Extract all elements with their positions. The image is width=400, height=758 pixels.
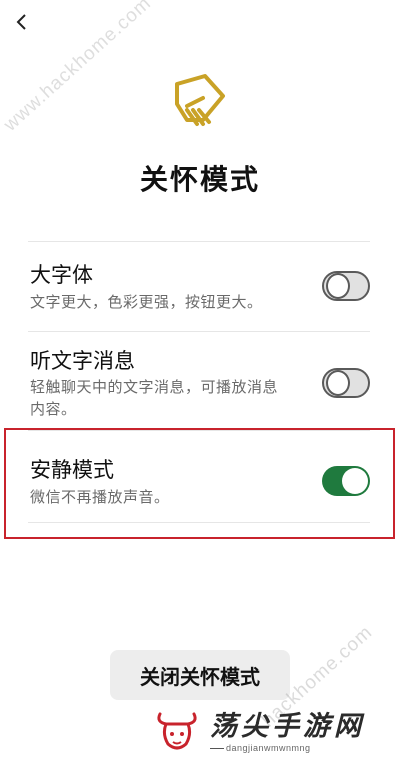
back-button[interactable] (8, 8, 36, 36)
site-name: 荡尖手游网 (210, 711, 365, 742)
site-domain: dangjianwmwnmng (226, 743, 311, 753)
toggle-knob (326, 370, 350, 396)
bull-logo-icon (157, 712, 197, 750)
divider (210, 748, 224, 749)
close-care-mode-button[interactable]: 关闭关怀模式 (110, 650, 290, 700)
setting-description: 文字更大，色彩更强，按钮更大。 (30, 293, 263, 311)
care-hand-icon (167, 70, 229, 132)
setting-title: 大字体 (30, 263, 93, 287)
setting-description: 轻触聊天中的文字消息，可播放消息内容。 (30, 378, 279, 418)
chevron-left-icon (16, 14, 26, 30)
page-title: 关怀模式 (139, 163, 260, 196)
setting-title: 听文字消息 (30, 349, 135, 373)
highlight-box (4, 428, 395, 539)
setting-read-text-messages: 听文字消息 轻触聊天中的文字消息，可播放消息内容。 (28, 331, 370, 430)
large-font-toggle[interactable] (322, 271, 370, 301)
toggle-knob (326, 273, 350, 299)
setting-large-font: 大字体 文字更大，色彩更强，按钮更大。 (28, 241, 370, 331)
read-text-toggle[interactable] (322, 368, 370, 398)
site-badge: 荡尖手游网 dangjianwmwnmng (150, 700, 400, 758)
